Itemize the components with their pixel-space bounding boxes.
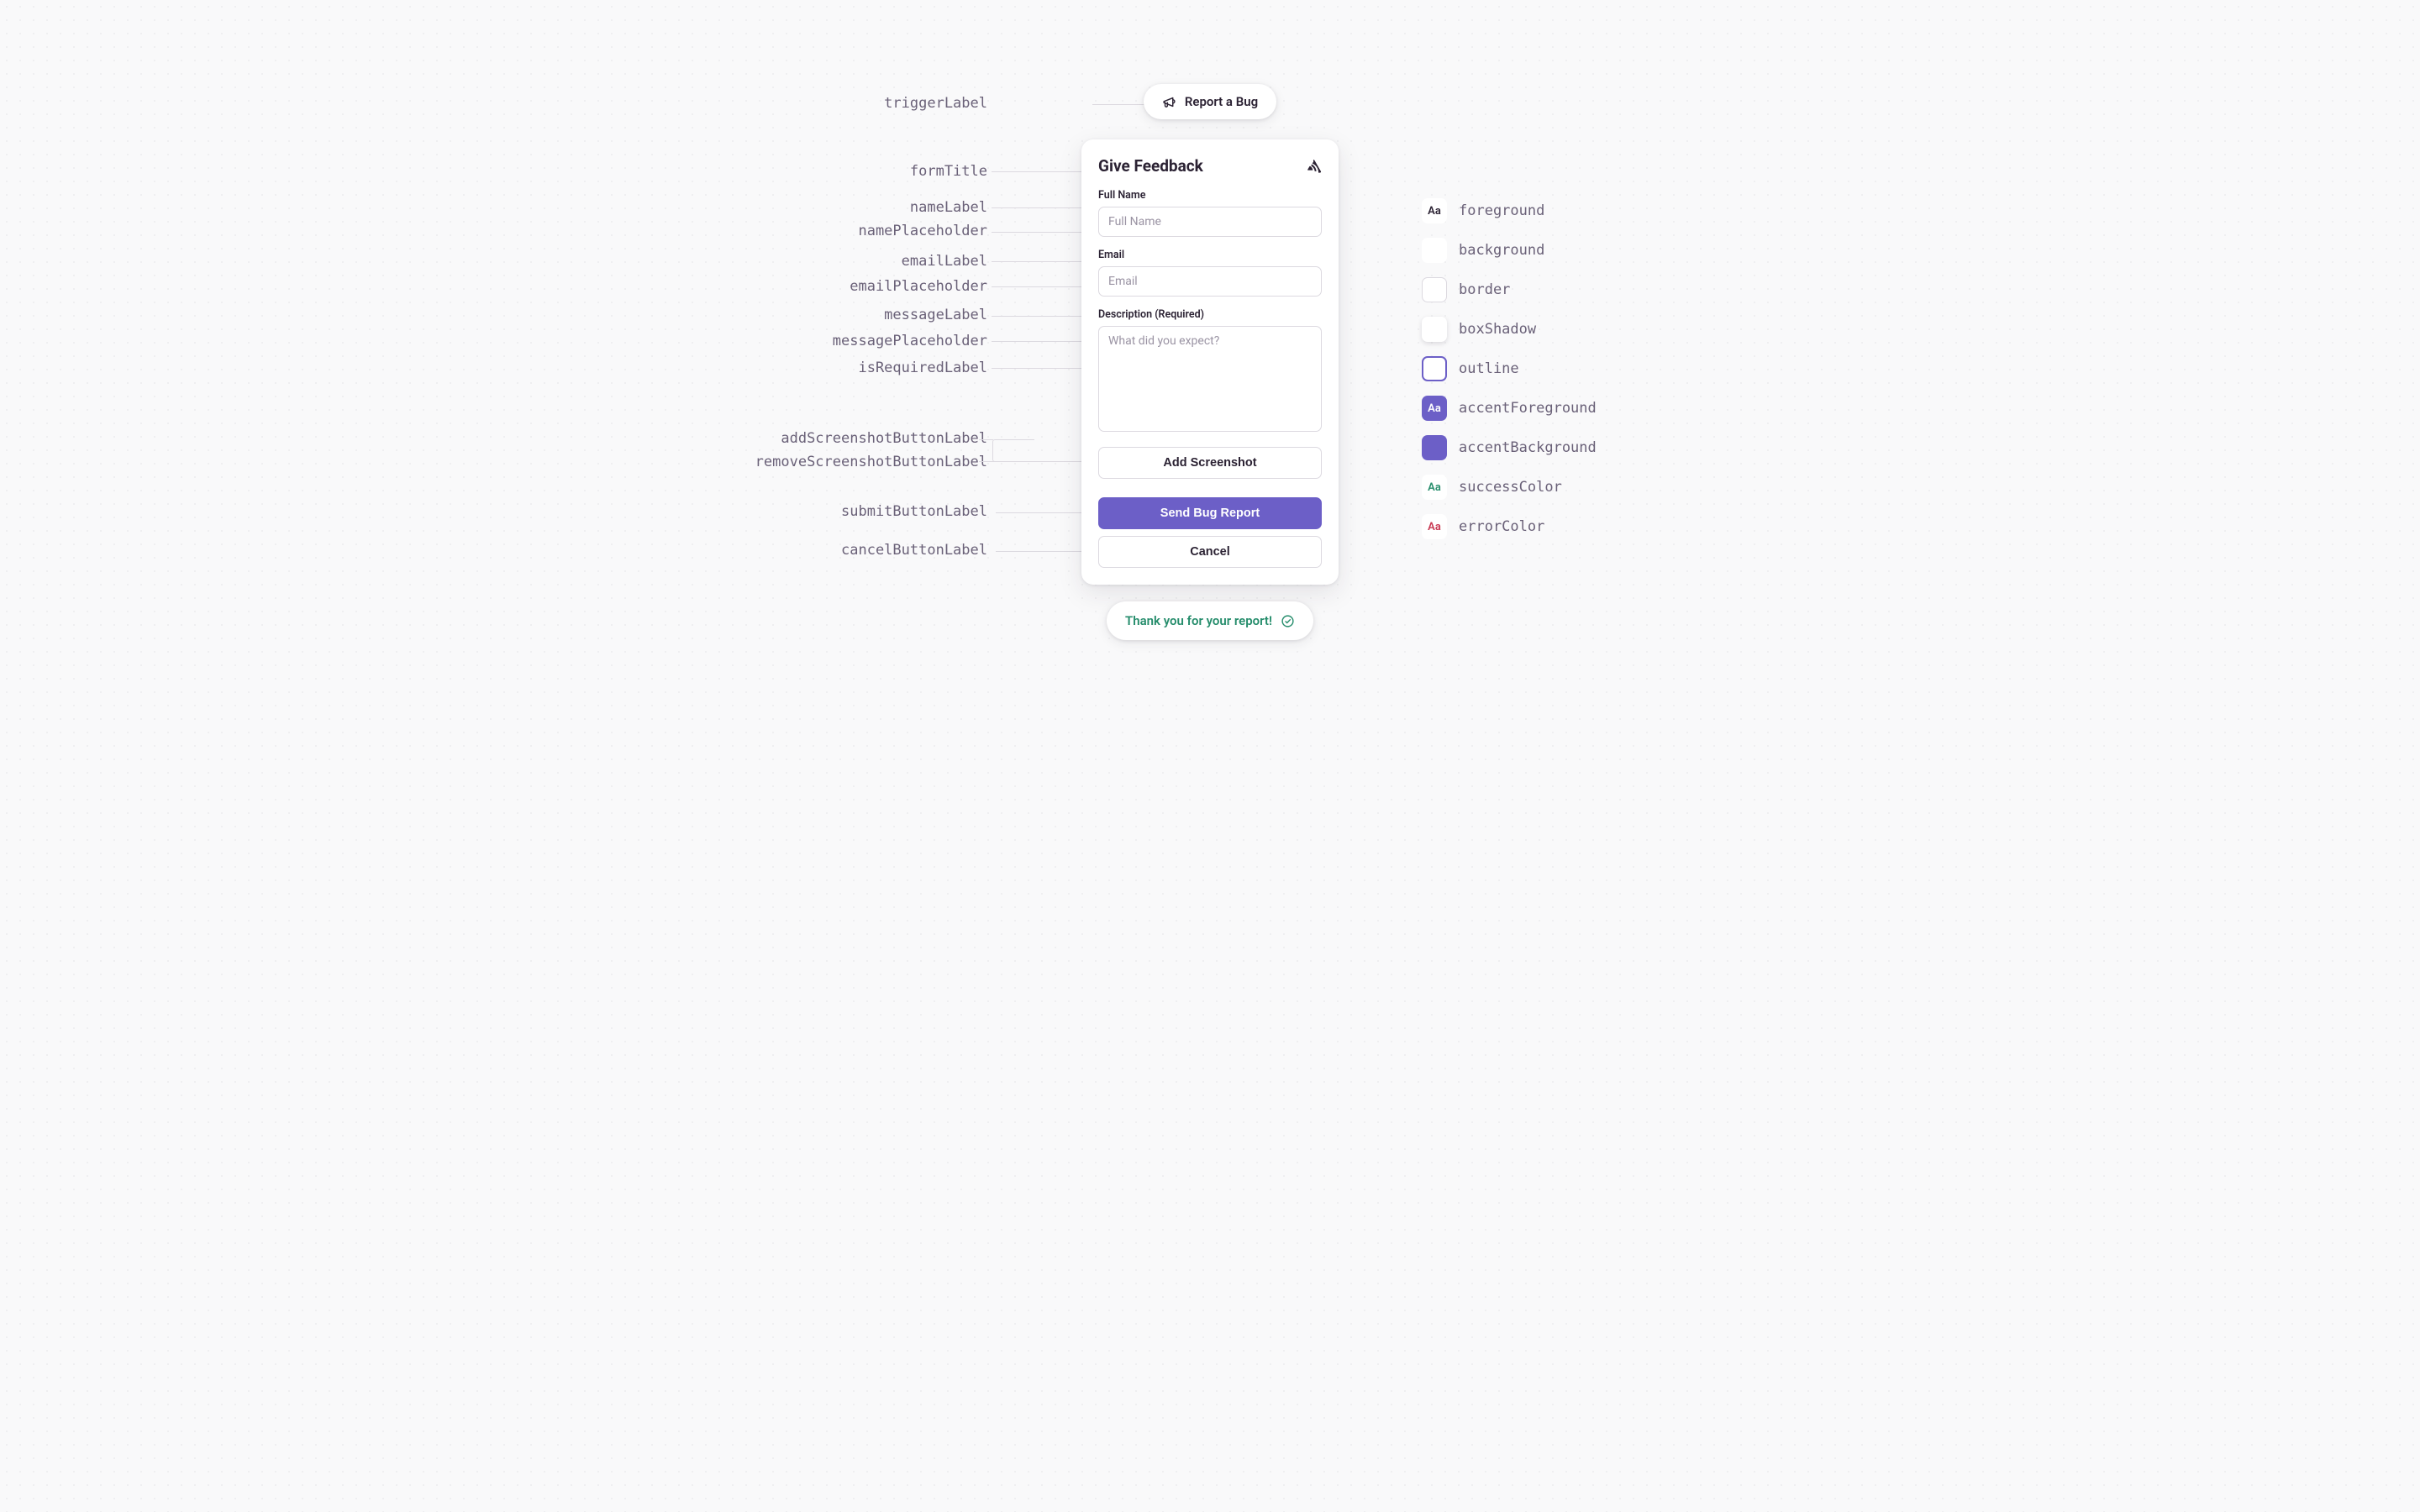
- success-message: Thank you for your report!: [1107, 601, 1313, 640]
- form-title: Give Feedback: [1098, 156, 1203, 176]
- message-label: Description (Required): [1098, 308, 1322, 321]
- submit-button[interactable]: Send Bug Report: [1098, 497, 1322, 529]
- center-column: Report a Bug Give Feedback Full Name Ema…: [1081, 0, 1339, 640]
- annotation-messageLabel: messageLabel: [884, 307, 987, 324]
- legend-label: background: [1459, 242, 1544, 259]
- swatch-foreground: Aa: [1422, 198, 1447, 223]
- annotation-submitButtonLabel: submitButtonLabel: [841, 504, 987, 521]
- legend-boxShadow: boxShadow: [1422, 317, 1597, 342]
- feedback-form: Give Feedback Full Name Email Descriptio…: [1081, 139, 1339, 585]
- legend-accentForeground: Aa accentForeground: [1422, 396, 1597, 421]
- email-label: Email: [1098, 249, 1322, 261]
- name-label: Full Name: [1098, 189, 1322, 202]
- annotation-nameLabel: nameLabel: [910, 200, 987, 217]
- legend-label: boxShadow: [1459, 321, 1536, 338]
- legend-border: border: [1422, 277, 1597, 302]
- legend-label: successColor: [1459, 479, 1562, 496]
- name-input[interactable]: [1098, 207, 1322, 237]
- megaphone-icon: [1162, 95, 1176, 109]
- legend-foreground: Aa foreground: [1422, 198, 1597, 223]
- swatch-border: [1422, 277, 1447, 302]
- annotation-cancelButtonLabel: cancelButtonLabel: [841, 543, 987, 559]
- success-message-text: Thank you for your report!: [1125, 613, 1272, 628]
- annotation-formTitle: formTitle: [910, 164, 987, 181]
- color-legend: Aa foreground background border boxShado…: [1422, 198, 1597, 539]
- swatch-accentForeground: Aa: [1422, 396, 1447, 421]
- swatch-accentBackground: [1422, 435, 1447, 460]
- check-circle-icon: [1281, 614, 1295, 628]
- email-input[interactable]: [1098, 266, 1322, 297]
- annotation-triggerLabel: triggerLabel: [884, 96, 987, 113]
- annotation-messagePlaceholder: messagePlaceholder: [833, 333, 987, 350]
- swatch-successColor: Aa: [1422, 475, 1447, 500]
- legend-label: foreground: [1459, 202, 1544, 219]
- legend-successColor: Aa successColor: [1422, 475, 1597, 500]
- legend-label: accentBackground: [1459, 439, 1597, 456]
- message-textarea[interactable]: [1098, 326, 1322, 432]
- annotation-namePlaceholder: namePlaceholder: [858, 223, 987, 240]
- swatch-background: [1422, 238, 1447, 263]
- swatch-boxShadow: [1422, 317, 1447, 342]
- legend-label: errorColor: [1459, 518, 1544, 535]
- swatch-outline: [1422, 356, 1447, 381]
- cancel-button[interactable]: Cancel: [1098, 536, 1322, 568]
- swatch-errorColor: Aa: [1422, 514, 1447, 539]
- annotation-addScreenshotButtonLabel: addScreenshotButtonLabel: [781, 431, 987, 448]
- annotation-emailLabel: emailLabel: [902, 254, 987, 270]
- trigger-label: Report a Bug: [1185, 94, 1258, 109]
- legend-background: background: [1422, 238, 1597, 263]
- sentry-logo-icon: [1305, 158, 1322, 175]
- legend-label: border: [1459, 281, 1510, 298]
- annotation-removeScreenshotButtonLabel: removeScreenshotButtonLabel: [755, 454, 987, 471]
- legend-outline: outline: [1422, 356, 1597, 381]
- legend-errorColor: Aa errorColor: [1422, 514, 1597, 539]
- legend-label: outline: [1459, 360, 1519, 377]
- annotation-emailPlaceholder: emailPlaceholder: [850, 279, 987, 296]
- legend-accentBackground: accentBackground: [1422, 435, 1597, 460]
- report-bug-trigger[interactable]: Report a Bug: [1144, 84, 1276, 119]
- add-screenshot-button[interactable]: Add Screenshot: [1098, 447, 1322, 479]
- legend-label: accentForeground: [1459, 400, 1597, 417]
- annotation-isRequiredLabel: isRequiredLabel: [858, 360, 987, 377]
